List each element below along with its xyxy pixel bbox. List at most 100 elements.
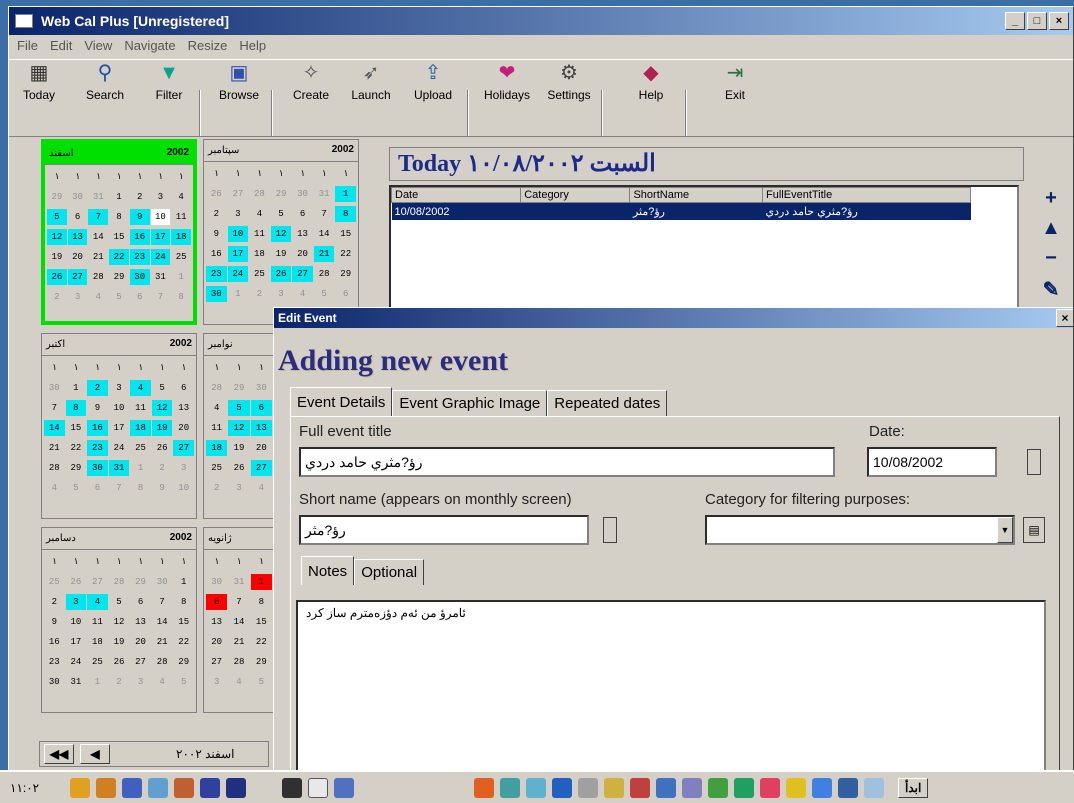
minimize-button[interactable]: _ [1005, 12, 1025, 30]
title-bar[interactable]: Web Cal Plus [Unregistered] _ □ × [9, 7, 1073, 35]
calendar-day[interactable]: 9 [44, 614, 65, 630]
calendar-day[interactable]: 14 [228, 614, 249, 630]
calendar-day[interactable]: 27 [67, 269, 88, 285]
tray-icon[interactable] [630, 777, 650, 798]
chevron-down-icon[interactable]: ▼ [997, 517, 1013, 543]
calendar-day[interactable]: 4 [87, 594, 108, 610]
calendar-day[interactable]: 26 [152, 440, 173, 456]
calendar-day[interactable]: 2 [44, 594, 65, 610]
calendar-day[interactable]: 3 [271, 286, 292, 302]
calendar-day[interactable]: 26 [66, 574, 87, 590]
calendar-day[interactable]: 11 [171, 209, 191, 225]
calendar-day[interactable]: 14 [152, 614, 173, 630]
calendar-day[interactable]: 2 [130, 189, 150, 205]
calendar-day[interactable]: 1 [171, 269, 191, 285]
calendar-day[interactable]: 28 [314, 266, 335, 282]
calendar-day[interactable]: ١ [249, 166, 270, 182]
calendar-day[interactable]: 30 [251, 380, 272, 396]
calendar-day[interactable]: 14 [88, 229, 108, 245]
calendar-day[interactable]: 6 [68, 209, 88, 225]
column-category[interactable]: Category [520, 187, 631, 203]
month-calendar[interactable]: نوامبر ١ ١ ١ 28 29 30 4 5 6 11 12 13 18 19 20 25 26 27 2 3 4 [203, 333, 275, 519]
calendar-day[interactable]: 18 [171, 229, 191, 245]
tray-icon[interactable] [122, 777, 142, 798]
calendar-day[interactable]: 26 [270, 266, 292, 282]
calendar-day[interactable]: 4 [152, 674, 173, 690]
calendar-day[interactable]: 21 [88, 249, 108, 265]
tray-icon[interactable] [500, 777, 520, 798]
calendar-day[interactable]: 12 [109, 614, 130, 630]
dialog-title-bar[interactable]: Edit Event × [274, 308, 1073, 328]
calendar-day[interactable]: 10 [66, 614, 87, 630]
calendar-day[interactable]: 26 [47, 269, 67, 285]
calendar-day[interactable]: 30 [292, 186, 313, 202]
tab-notes[interactable]: Notes [301, 556, 355, 585]
calendar-day[interactable]: 1 [335, 186, 356, 202]
calendar-day[interactable]: 22 [109, 249, 129, 265]
calendar-day[interactable]: 4 [206, 400, 227, 416]
tray-icon[interactable] [786, 777, 806, 798]
calendar-day[interactable]: 30 [152, 574, 173, 590]
calendar-day[interactable]: 17 [150, 229, 171, 245]
calendar-day[interactable]: 29 [173, 654, 194, 670]
calendar-day[interactable]: 15 [335, 226, 356, 242]
calendar-day[interactable]: ١ [44, 554, 65, 570]
calendar-day[interactable]: 1 [130, 460, 151, 476]
calendar-day[interactable]: 30 [44, 674, 65, 690]
calendar-day[interactable]: 27 [292, 266, 313, 282]
calendar-day[interactable]: ١ [66, 360, 87, 376]
prev-month-button[interactable]: ◀ [80, 744, 110, 764]
today-button[interactable]: ▦ Today [13, 62, 65, 102]
calendar-day[interactable]: ١ [314, 166, 335, 182]
date-spinner[interactable] [1027, 449, 1041, 475]
calendar-day[interactable]: 16 [44, 634, 65, 650]
calendar-day[interactable]: 4 [88, 289, 108, 305]
calendar-day[interactable]: 19 [47, 249, 67, 265]
calendar-day[interactable]: 8 [335, 206, 356, 222]
full-title-field[interactable]: رؤ?مثري حامد دردي [299, 447, 835, 477]
calendar-day[interactable]: 29 [228, 380, 249, 396]
tray-icon[interactable] [96, 777, 116, 798]
calendar-day[interactable]: 1 [109, 189, 129, 205]
create-button[interactable]: ✧ Create [285, 62, 337, 102]
calendar-day[interactable]: ١ [292, 166, 313, 182]
calendar-day[interactable]: 18 [130, 420, 151, 436]
calendar-day[interactable]: 20 [130, 634, 151, 650]
calendar-day[interactable]: 2 [152, 460, 173, 476]
calendar-day[interactable]: 5 [47, 209, 67, 225]
calendar-day[interactable]: 29 [130, 574, 151, 590]
menu-navigate[interactable]: Navigate [124, 35, 175, 57]
calendar-day[interactable]: 15 [173, 614, 194, 630]
calendar-day[interactable]: 22 [251, 634, 272, 650]
calendar-day[interactable]: 21 [152, 634, 173, 650]
calendar-day[interactable]: ١ [66, 554, 87, 570]
calendar-day[interactable]: 28 [249, 186, 270, 202]
calendar-day[interactable]: 17 [109, 420, 130, 436]
calendar-day[interactable]: 16 [87, 420, 108, 436]
calendar-day[interactable]: 22 [335, 246, 356, 262]
calendar-day[interactable]: 28 [228, 654, 249, 670]
calendar-day[interactable]: 2 [87, 380, 108, 396]
calendar-day[interactable]: 30 [206, 286, 227, 302]
calendar-day[interactable]: 20 [68, 249, 88, 265]
calendar-day[interactable]: 8 [130, 480, 151, 496]
calendar-day[interactable]: 30 [68, 189, 88, 205]
calendar-day[interactable]: 6 [173, 380, 194, 396]
calendar-day[interactable]: 8 [171, 289, 191, 305]
calendar-day[interactable]: 6 [335, 286, 356, 302]
calendar-day[interactable]: 5 [66, 480, 87, 496]
calendar-day[interactable]: 20 [251, 440, 272, 456]
calendar-day[interactable]: ١ [173, 360, 194, 376]
calendar-day[interactable]: ١ [88, 169, 108, 185]
calendar-day[interactable]: 13 [206, 614, 227, 630]
calendar-day[interactable]: 8 [251, 594, 272, 610]
calendar-day[interactable]: 2 [249, 286, 270, 302]
tray-icon[interactable] [148, 777, 168, 798]
calendar-day[interactable]: 13 [292, 226, 313, 242]
month-calendar[interactable]: اکتبر 2002 ١ ١ ١ ١ ١ ١ ١ 30 1 2 3 4 5 6 7 8 9 10 11 12 13 14 15 1… [41, 333, 197, 519]
calendar-day[interactable]: ١ [130, 169, 150, 185]
calendar-day[interactable]: 27 [228, 186, 249, 202]
calendar-day[interactable]: 29 [335, 266, 356, 282]
calendar-day[interactable]: 4 [130, 380, 151, 396]
calendar-day[interactable]: 31 [228, 574, 249, 590]
